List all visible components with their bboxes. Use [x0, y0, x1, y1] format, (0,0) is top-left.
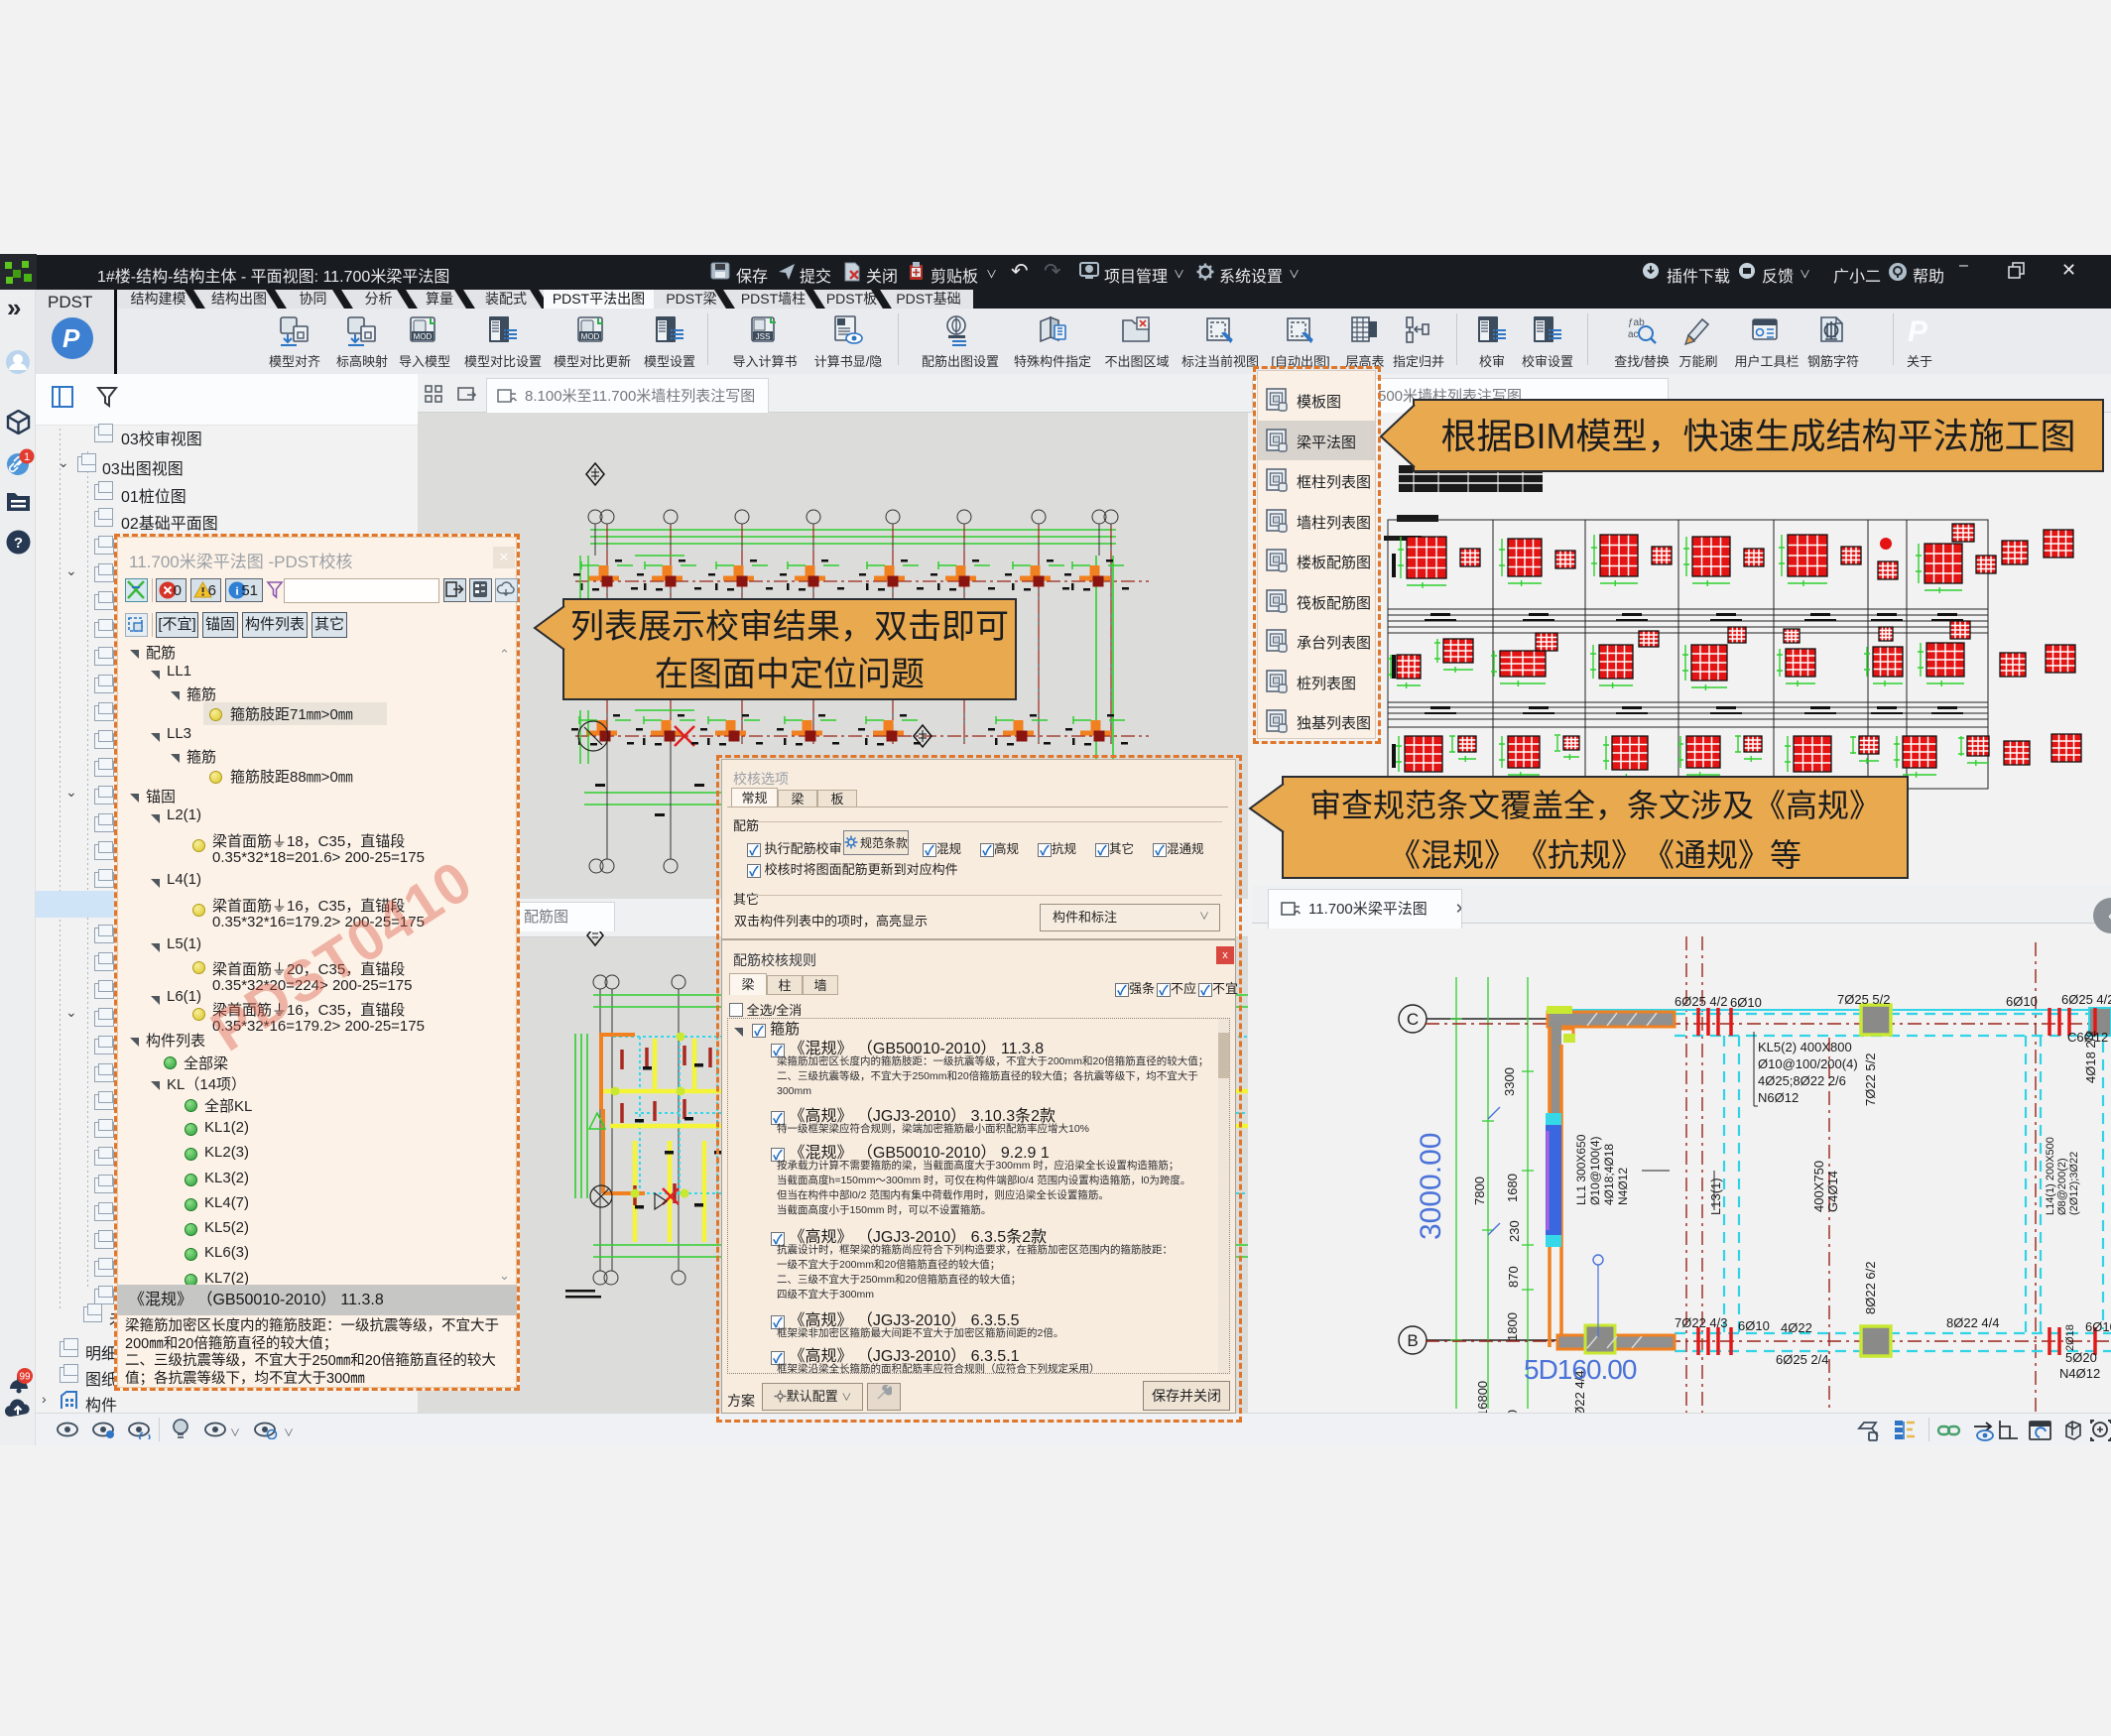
svg-text:1680: 1680 — [1505, 1174, 1520, 1202]
svg-text:4Ø18 2/2: 4Ø18 2/2 — [2083, 1031, 2098, 1084]
svg-text:7Ø25 5/2: 7Ø25 5/2 — [1837, 992, 1891, 1007]
svg-text:870: 870 — [1506, 1266, 1521, 1288]
svg-text:7Ø22 5/2: 7Ø22 5/2 — [1863, 1054, 1878, 1107]
svg-text:N4Ø12: N4Ø12 — [2059, 1366, 2100, 1381]
svg-text:7800: 7800 — [1472, 1177, 1487, 1205]
svg-text:5Ø20: 5Ø20 — [2065, 1350, 2097, 1365]
svg-text:2400: 2400 — [1505, 1410, 1520, 1413]
svg-text:P: P — [1908, 315, 1928, 348]
svg-text:C: C — [1407, 1010, 1419, 1029]
svg-text:400X750: 400X750 — [1811, 1161, 1826, 1212]
svg-text:?: ? — [14, 535, 23, 552]
svg-text:MOD: MOD — [581, 332, 600, 341]
svg-text:3000.00: 3000.00 — [1415, 1133, 1447, 1240]
svg-text:JSS: JSS — [756, 332, 771, 341]
svg-text:KL5(2) 400X800: KL5(2) 400X800 — [1758, 1040, 1852, 1054]
svg-text:6Ø10: 6Ø10 — [1738, 1318, 1770, 1333]
svg-text:LL1 300X650: LL1 300X650 — [1574, 1134, 1588, 1205]
svg-text:N4Ø12: N4Ø12 — [1616, 1168, 1630, 1205]
svg-text:Ø8@200(2): Ø8@200(2) — [2056, 1158, 2068, 1215]
svg-text:5D160.00: 5D160.00 — [1524, 1354, 1637, 1385]
svg-text:4Ø22: 4Ø22 — [1781, 1320, 1812, 1335]
svg-text:8Ø22 6/2: 8Ø22 6/2 — [1863, 1262, 1878, 1315]
svg-text:ac: ac — [1628, 329, 1639, 340]
svg-text:6Ø25 2/4: 6Ø25 2/4 — [1776, 1352, 1829, 1367]
svg-text:4Ø18;4Ø18: 4Ø18;4Ø18 — [1602, 1144, 1616, 1205]
svg-text:7Ø22 4/3: 7Ø22 4/3 — [1675, 1315, 1728, 1330]
svg-text:4Ø25;8Ø22 2/6: 4Ø25;8Ø22 2/6 — [1758, 1073, 1846, 1088]
svg-text:6Ø10: 6Ø10 — [2085, 1319, 2111, 1334]
svg-text:G4Ø14: G4Ø14 — [1825, 1171, 1840, 1212]
svg-text:230: 230 — [1507, 1220, 1522, 1242]
svg-text:L13(1): L13(1) — [1708, 1178, 1723, 1215]
svg-text:6Ø25 4/2: 6Ø25 4/2 — [1675, 994, 1728, 1009]
svg-text:MOD: MOD — [414, 332, 433, 341]
svg-text:8Ø22 4/4: 8Ø22 4/4 — [1946, 1315, 2000, 1330]
svg-text:6Ø25 4/2: 6Ø25 4/2 — [2061, 992, 2111, 1007]
svg-text:N6Ø12: N6Ø12 — [1758, 1090, 1799, 1105]
svg-text:L14(1) 200X500: L14(1) 200X500 — [2045, 1137, 2056, 1215]
svg-text:Ø10@100/200(4): Ø10@100/200(4) — [1758, 1056, 1858, 1071]
svg-text:6Ø10: 6Ø10 — [1730, 995, 1762, 1010]
svg-text:(2Ø12);3Ø22: (2Ø12);3Ø22 — [2068, 1152, 2080, 1215]
svg-text:16800: 16800 — [1475, 1381, 1490, 1413]
svg-text:99: 99 — [19, 1372, 31, 1383]
svg-text:6Ø10: 6Ø10 — [2006, 994, 2038, 1009]
svg-text:3300: 3300 — [1502, 1067, 1517, 1096]
svg-text:Ø10@100(4): Ø10@100(4) — [1588, 1136, 1602, 1205]
svg-text:1800: 1800 — [1505, 1312, 1520, 1341]
svg-text:1: 1 — [24, 451, 30, 463]
svg-text:2Ø18: 2Ø18 — [2064, 1324, 2076, 1351]
svg-text:B: B — [1407, 1331, 1418, 1350]
